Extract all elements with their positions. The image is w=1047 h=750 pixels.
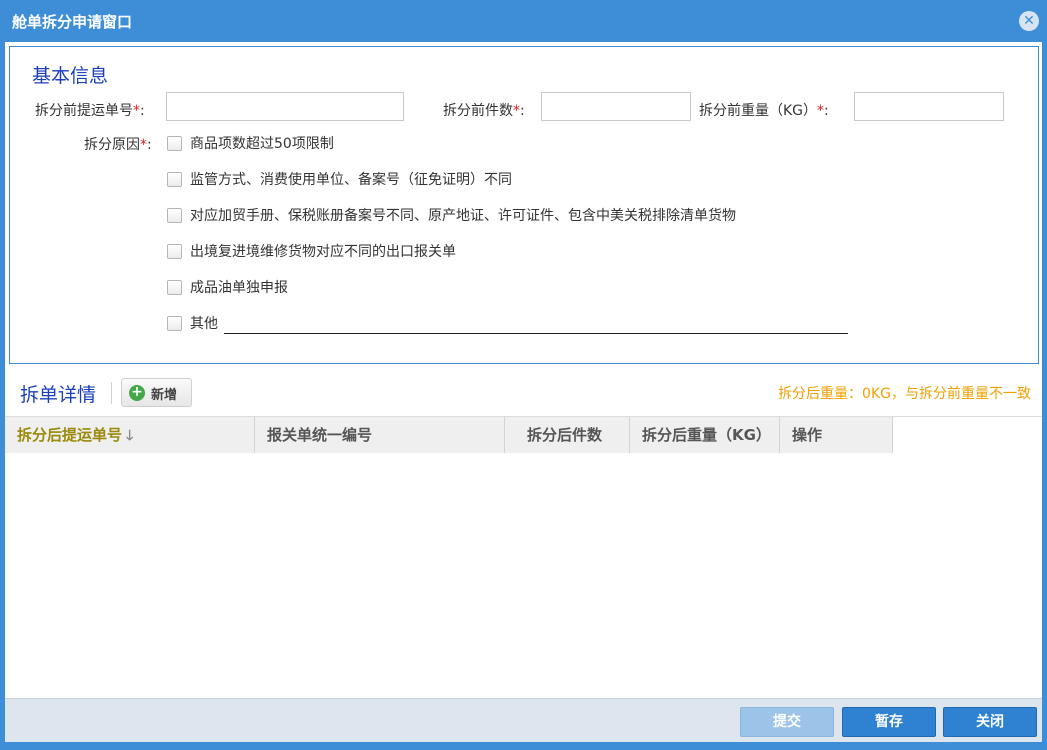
reason-option[interactable]: 商品项数超过50项限制 [167,133,334,152]
required-mark: * [140,137,147,153]
footer-bar: 提交 暂存 关闭 [5,698,1042,742]
window-title: 舱单拆分申请窗口 [12,13,133,31]
bill-no-input[interactable] [166,92,404,121]
col-split-bill-no[interactable]: 拆分后提运单号 🡓 [5,417,255,453]
required-mark: * [817,103,825,119]
required-mark: * [133,103,140,119]
pieces-input[interactable] [541,92,691,121]
close-button[interactable]: 关闭 [943,707,1037,737]
reason-option[interactable]: 成品油单独申报 [167,277,288,296]
other-reason-input[interactable] [224,333,848,334]
add-button-label: 新增 [151,388,178,403]
col-declaration-no[interactable]: 报关单统一编号 [255,417,505,453]
window-content: 基本信息 拆分前提运单号*: 拆分前件数*: 拆分前重量（KG）*: 拆分原因*… [5,42,1042,742]
pieces-label: 拆分前件数*: [443,103,525,119]
reason-label: 拆分原因*: [84,137,152,153]
reason-option[interactable]: 对应加贸手册、保税账册备案号不同、原产地证、许可证件、包含中美关税排除清单货物 [167,205,736,224]
col-split-pieces[interactable]: 拆分后件数 [505,417,630,453]
submit-button[interactable]: 提交 [740,707,834,737]
checkbox[interactable] [167,207,182,223]
col-split-weight[interactable]: 拆分后重量（KG） [630,417,780,453]
checkbox[interactable] [167,135,182,151]
weight-input[interactable] [854,92,1004,121]
checkbox[interactable] [167,279,182,295]
add-button[interactable]: + 新增 [121,378,192,407]
sort-down-icon: 🡓 [126,428,134,444]
reason-option[interactable]: 出境复进境维修货物对应不同的出口报关单 [167,241,456,260]
bill-no-label: 拆分前提运单号*: [35,103,145,119]
col-actions[interactable]: 操作 [780,417,893,453]
save-draft-button[interactable]: 暂存 [842,707,936,737]
reason-option[interactable]: 监管方式、消费使用单位、备案号（征免证明）不同 [167,169,512,188]
checkbox[interactable] [167,171,182,187]
basic-info-title: 基本信息 [32,65,109,87]
split-application-window: 舱单拆分申请窗口 ✕ 基本信息 拆分前提运单号*: 拆分前件数*: 拆分前重量（… [0,0,1047,750]
detail-grid-header: 拆分后提运单号 🡓 报关单统一编号 拆分后件数 拆分后重量（KG） 操作 [5,416,1042,453]
required-mark: * [513,103,520,119]
title-bar[interactable]: 舱单拆分申请窗口 ✕ [0,0,1047,42]
checkbox[interactable] [167,243,182,259]
detail-title: 拆单详情 [20,384,97,406]
basic-info-panel: 基本信息 拆分前提运单号*: 拆分前件数*: 拆分前重量（KG）*: 拆分原因*… [9,46,1039,364]
add-icon: + [129,385,145,401]
detail-toolbar: 拆单详情 + 新增 拆分后重量：0KG，与拆分前重量不一致 [5,370,1042,412]
header-filler [893,417,1042,453]
reason-option-other[interactable]: 其他 [167,313,218,332]
checkbox[interactable] [167,315,182,331]
weight-warning: 拆分后重量：0KG，与拆分前重量不一致 [778,386,1031,402]
toolbar-divider [111,382,112,404]
detail-grid-body [5,453,1042,698]
weight-label: 拆分前重量（KG）*: [699,103,829,119]
close-icon[interactable]: ✕ [1019,11,1039,31]
